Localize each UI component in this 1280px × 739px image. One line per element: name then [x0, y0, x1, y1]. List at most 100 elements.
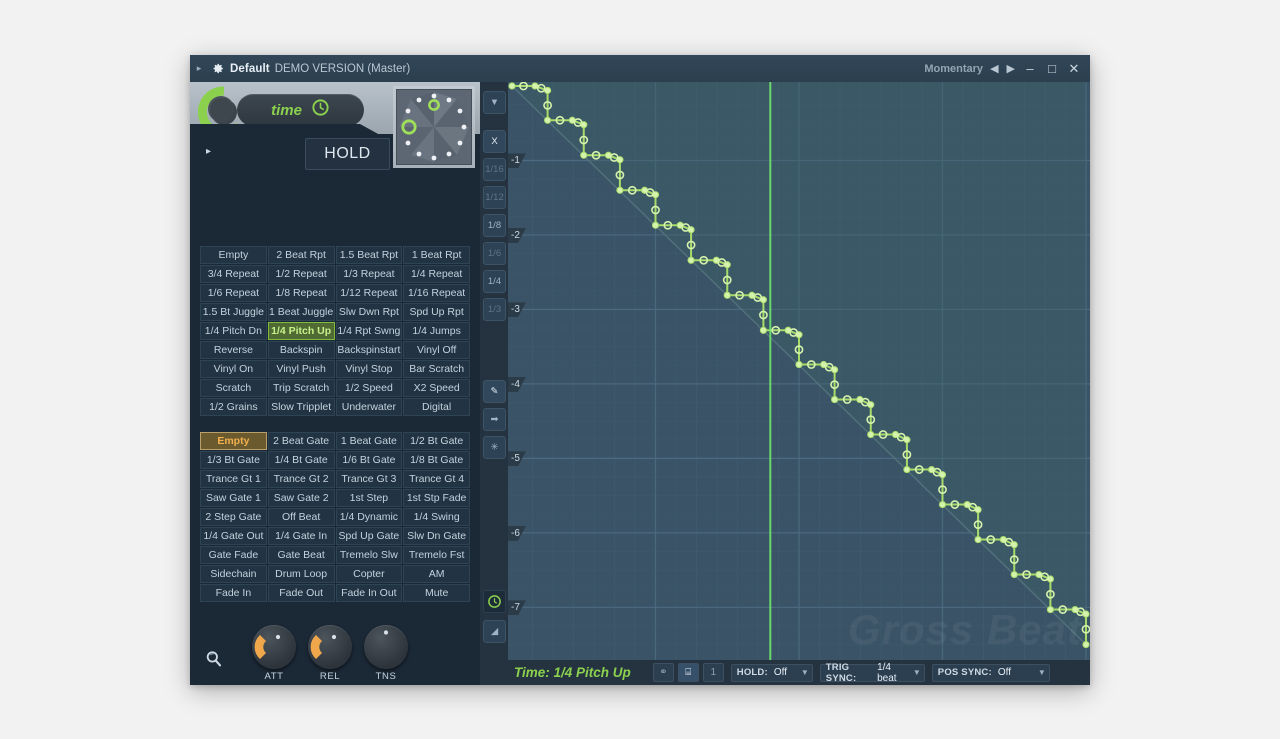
time-preset-25[interactable]: Vinyl Push	[267, 360, 335, 378]
time-preset-5[interactable]: 1/2 Repeat	[267, 265, 335, 283]
volume-preset-5[interactable]: 1/4 Bt Gate	[267, 451, 335, 469]
volume-preset-33[interactable]: Fade Out	[267, 584, 335, 602]
time-preset-16[interactable]: 1/4 Pitch Dn	[200, 322, 267, 340]
volume-preset-6[interactable]: 1/6 Bt Gate	[335, 451, 403, 469]
tempo-clock-button[interactable]	[483, 590, 506, 613]
snap-1-6-button[interactable]: 1/6	[483, 242, 506, 265]
volume-preset-8[interactable]: Trance Gt 1	[200, 470, 267, 488]
time-preset-17[interactable]: 1/4 Pitch Up	[267, 322, 335, 340]
time-preset-26[interactable]: Vinyl Stop	[335, 360, 403, 378]
xy-pad[interactable]	[396, 89, 472, 165]
hold-select[interactable]: HOLD: Off ▼	[730, 663, 813, 682]
volume-preset-1[interactable]: 2 Beat Gate	[267, 432, 335, 450]
time-preset-24[interactable]: Vinyl On	[200, 360, 267, 378]
volume-preset-3[interactable]: 1/2 Bt Gate	[403, 432, 470, 450]
volume-preset-0[interactable]: Empty	[200, 432, 267, 450]
time-preset-28[interactable]: Scratch	[200, 379, 267, 397]
volume-preset-34[interactable]: Fade In Out	[335, 584, 403, 602]
time-preset-34[interactable]: Underwater	[335, 398, 403, 416]
time-preset-35[interactable]: Digital	[403, 398, 470, 416]
volume-preset-29[interactable]: Drum Loop	[267, 565, 335, 583]
note-length-icon[interactable]: 1	[702, 663, 724, 682]
volume-preset-16[interactable]: 2 Step Gate	[200, 508, 267, 526]
time-preset-13[interactable]: 1 Beat Juggle	[267, 303, 335, 321]
momentary-mode-label[interactable]: Momentary	[924, 63, 983, 75]
volume-preset-4[interactable]: 1/3 Bt Gate	[200, 451, 267, 469]
time-preset-20[interactable]: Reverse	[200, 341, 267, 359]
volume-preset-9[interactable]: Trance Gt 2	[267, 470, 335, 488]
volume-preset-28[interactable]: Sidechain	[200, 565, 267, 583]
draw-curve-button[interactable]: ✎	[483, 380, 506, 403]
volume-preset-27[interactable]: Tremelo Fst	[403, 546, 470, 564]
time-preset-11[interactable]: 1/16 Repeat	[403, 284, 470, 302]
time-preset-29[interactable]: Trip Scratch	[267, 379, 335, 397]
chevron-down-icon[interactable]: ▼	[1031, 668, 1046, 677]
gear-icon[interactable]	[208, 62, 228, 75]
volume-preset-25[interactable]: Gate Beat	[267, 546, 335, 564]
time-preset-32[interactable]: 1/2 Grains	[200, 398, 267, 416]
envelope-graph[interactable]: Gross Beat -1 -2 -3 -4 -5 -6 -7	[508, 82, 1090, 660]
time-preset-4[interactable]: 3/4 Repeat	[200, 265, 267, 283]
preset-expand-icon[interactable]: ▸	[206, 146, 211, 157]
time-preset-1[interactable]: 2 Beat Rpt	[267, 246, 335, 264]
volume-preset-35[interactable]: Mute	[403, 584, 470, 602]
hold-button[interactable]: HOLD	[305, 138, 390, 170]
resize-corner-button[interactable]: ◢	[483, 620, 506, 643]
clear-x-button[interactable]: X	[483, 130, 506, 153]
pos-sync-select[interactable]: POS SYNC: Off ▼	[931, 663, 1050, 682]
volume-preset-21[interactable]: 1/4 Gate In	[267, 527, 335, 545]
time-preset-31[interactable]: X2 Speed	[403, 379, 470, 397]
snap-1-4-button[interactable]: 1/4	[483, 270, 506, 293]
volume-preset-23[interactable]: Slw Dn Gate	[403, 527, 470, 545]
volume-preset-2[interactable]: 1 Beat Gate	[335, 432, 403, 450]
envelope-canvas[interactable]	[508, 82, 1090, 660]
time-preset-7[interactable]: 1/4 Repeat	[403, 265, 470, 283]
volume-preset-30[interactable]: Copter	[335, 565, 403, 583]
volume-preset-26[interactable]: Tremelo Slw	[335, 546, 403, 564]
maximize-button[interactable]: □	[1044, 61, 1060, 76]
time-preset-12[interactable]: 1.5 Bt Juggle	[200, 303, 267, 321]
release-knob[interactable]: REL	[308, 625, 352, 682]
close-button[interactable]: ✕	[1066, 61, 1082, 77]
time-preset-10[interactable]: 1/12 Repeat	[335, 284, 403, 302]
minimize-button[interactable]: –	[1022, 61, 1038, 76]
time-preset-30[interactable]: 1/2 Speed	[335, 379, 403, 397]
time-preset-6[interactable]: 1/3 Repeat	[335, 265, 403, 283]
time-preset-18[interactable]: 1/4 Rpt Swng	[335, 322, 403, 340]
time-preset-9[interactable]: 1/8 Repeat	[267, 284, 335, 302]
volume-preset-11[interactable]: Trance Gt 4	[403, 470, 470, 488]
volume-preset-22[interactable]: Spd Up Gate	[335, 527, 403, 545]
chevron-down-icon[interactable]: ▼	[794, 668, 809, 677]
chevron-down-icon[interactable]: ▼	[906, 668, 921, 677]
snap-1-3-button[interactable]: 1/3	[483, 298, 506, 321]
time-preset-15[interactable]: Spd Up Rpt	[403, 303, 470, 321]
time-preset-33[interactable]: Slow Tripplet	[267, 398, 335, 416]
time-preset-14[interactable]: Slw Dwn Rpt	[335, 303, 403, 321]
volume-preset-31[interactable]: AM	[403, 565, 470, 583]
time-preset-22[interactable]: Backspinstart	[335, 341, 403, 359]
keyboard-icon[interactable]: ⌸	[677, 663, 699, 682]
attack-knob[interactable]: ATT	[252, 625, 296, 682]
snap-1-12-button[interactable]: 1/12	[483, 186, 506, 209]
magnifier-icon[interactable]	[204, 649, 224, 674]
volume-preset-19[interactable]: 1/4 Swing	[403, 508, 470, 526]
snap-snowflake-button[interactable]: ✳	[483, 436, 506, 459]
volume-preset-12[interactable]: Saw Gate 1	[200, 489, 267, 507]
time-preset-23[interactable]: Vinyl Off	[403, 341, 470, 359]
volume-preset-18[interactable]: 1/4 Dynamic	[335, 508, 403, 526]
time-preset-3[interactable]: 1 Beat Rpt	[403, 246, 470, 264]
expand-triangle-icon[interactable]: ▸	[190, 64, 208, 73]
move-arrow-button[interactable]: ➡	[483, 408, 506, 431]
prev-preset-icon[interactable]: ◀	[989, 62, 999, 75]
time-preset-21[interactable]: Backspin	[267, 341, 335, 359]
trig-sync-select[interactable]: TRIG SYNC: 1/4 beat ▼	[819, 662, 925, 684]
time-preset-2[interactable]: 1.5 Beat Rpt	[335, 246, 403, 264]
next-preset-icon[interactable]: ▶	[1006, 62, 1016, 75]
volume-preset-10[interactable]: Trance Gt 3	[335, 470, 403, 488]
volume-preset-14[interactable]: 1st Step	[335, 489, 403, 507]
volume-preset-13[interactable]: Saw Gate 2	[267, 489, 335, 507]
link-icon[interactable]: ⚭	[652, 663, 674, 682]
volume-preset-32[interactable]: Fade In	[200, 584, 267, 602]
volume-preset-7[interactable]: 1/8 Bt Gate	[403, 451, 470, 469]
snap-1-8-button[interactable]: 1/8	[483, 214, 506, 237]
